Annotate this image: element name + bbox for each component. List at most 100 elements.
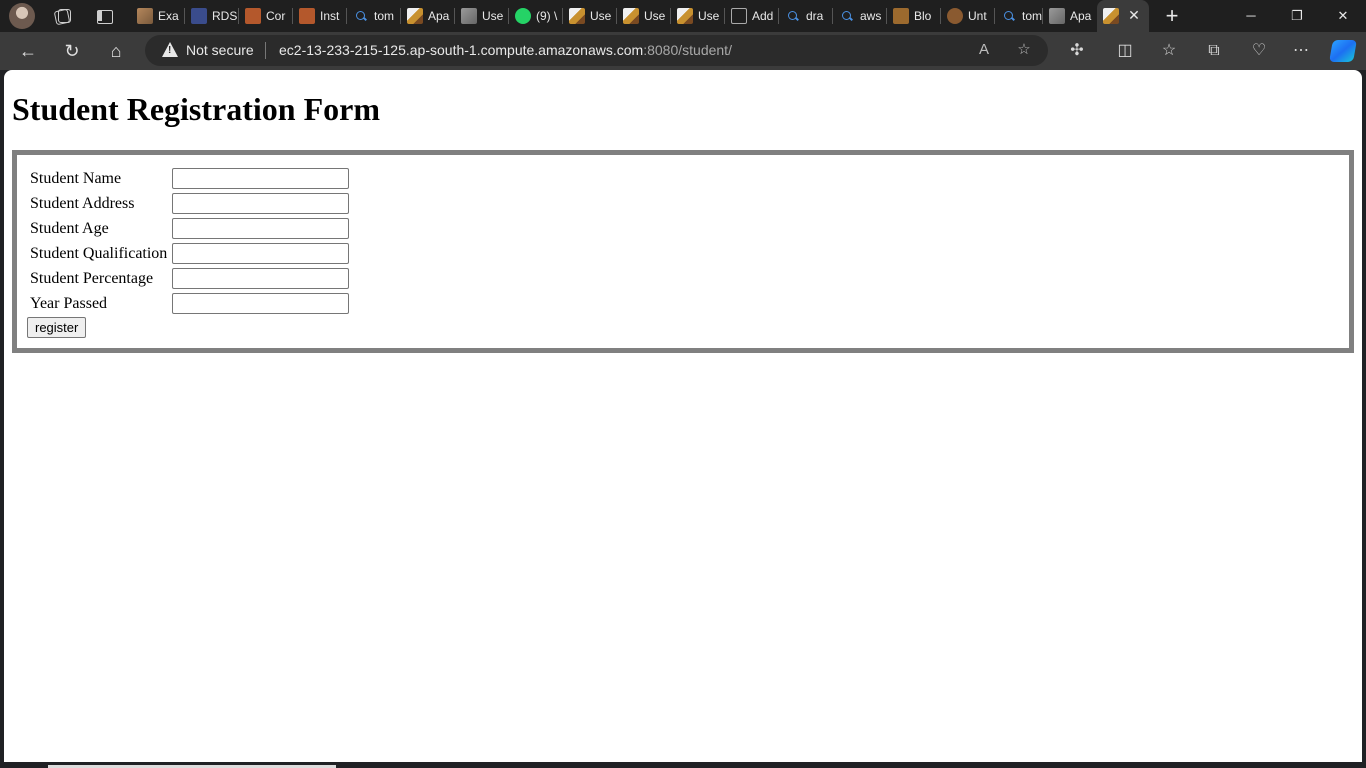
vertical-tabs-icon[interactable]: [94, 6, 114, 26]
tab-5[interactable]: Apa: [401, 0, 455, 32]
tomcat-icon: [569, 8, 585, 24]
whatsapp-icon: [515, 8, 531, 24]
tab-label: RDS: [212, 9, 238, 23]
package-icon: [137, 8, 153, 24]
student-age-field[interactable]: [172, 218, 350, 239]
security-indicator[interactable]: Not secure: [186, 42, 254, 58]
student-percentage-label: Student Percentage: [30, 269, 154, 287]
tab-label: Use: [644, 9, 666, 23]
page-title: Student Registration Form: [12, 91, 380, 127]
profile-avatar[interactable]: [9, 3, 35, 29]
tab-13[interactable]: aws: [833, 0, 887, 32]
minimize-icon[interactable]: ─: [1228, 0, 1274, 32]
favorites-icon[interactable]: ☆: [1158, 40, 1180, 62]
restore-icon[interactable]: ❐: [1274, 0, 1320, 32]
tab-2[interactable]: Cor: [239, 0, 293, 32]
tomcat-icon: [623, 8, 639, 24]
read-aloud-icon[interactable]: A: [974, 40, 994, 60]
register-button[interactable]: register: [27, 317, 87, 338]
student-percentage-field[interactable]: [172, 268, 350, 289]
student-address-field[interactable]: [172, 193, 350, 214]
tab-4[interactable]: tom: [347, 0, 401, 32]
browser-toolbar: ← ↻ ⌂ Not secure ec2-13-233-215-125.ap-s…: [0, 32, 1366, 70]
ubuntu-icon: [947, 8, 963, 24]
url-path: :8080/student/: [643, 42, 732, 58]
back-icon[interactable]: ←: [16, 40, 40, 62]
tab-active[interactable]: ✕: [1097, 0, 1149, 32]
search-icon: [353, 8, 369, 24]
tab-label: Add: [752, 9, 774, 23]
tab-16[interactable]: tom: [995, 0, 1043, 32]
extensions-icon[interactable]: ✣: [1066, 40, 1088, 62]
student-name-field[interactable]: [172, 168, 350, 189]
tab-label: Unt: [968, 9, 987, 23]
blog-icon: [893, 8, 909, 24]
year-passed-field[interactable]: [172, 293, 350, 314]
close-tab-icon[interactable]: ✕: [1127, 8, 1141, 22]
student-qualification-field[interactable]: [172, 243, 350, 264]
tab-label: Apa: [428, 9, 450, 23]
tab-3[interactable]: Inst: [293, 0, 347, 32]
form-row: Student Address: [29, 192, 350, 215]
student-age-label: Student Age: [30, 219, 109, 237]
tab-9[interactable]: Use: [617, 0, 671, 32]
tab-label: tom: [1022, 9, 1043, 23]
tab-label: Exa: [158, 9, 179, 23]
registration-form: Student Name Student Address Student Age…: [12, 150, 1354, 353]
aws-service-icon: [299, 8, 315, 24]
tab-label: Use: [590, 9, 612, 23]
cube-icon: [731, 8, 747, 24]
tab-17[interactable]: Apa: [1043, 0, 1097, 32]
form-row: Student Age: [29, 217, 350, 240]
url-host: ec2-13-233-215-125.ap-south-1.compute.am…: [279, 42, 644, 58]
browser-essentials-icon[interactable]: ♡: [1248, 40, 1270, 62]
new-tab-icon[interactable]: +: [1162, 5, 1182, 27]
tab-7[interactable]: (9) \: [509, 0, 563, 32]
year-passed-label: Year Passed: [30, 294, 108, 312]
tab-label: Cor: [266, 9, 286, 23]
collections-icon[interactable]: ⧉: [1203, 40, 1225, 62]
tab-11[interactable]: Add: [725, 0, 779, 32]
image-icon: [461, 8, 477, 24]
refresh-icon[interactable]: ↻: [60, 40, 84, 62]
tab-10[interactable]: Use: [671, 0, 725, 32]
student-name-label: Student Name: [30, 169, 122, 187]
tab-8[interactable]: Use: [563, 0, 617, 32]
tab-label: (9) \: [536, 9, 558, 23]
tab-0[interactable]: Exa: [131, 0, 185, 32]
close-window-icon[interactable]: ✕: [1320, 0, 1366, 32]
tab-14[interactable]: Blo: [887, 0, 941, 32]
copilot-icon[interactable]: [1329, 40, 1357, 62]
tab-1[interactable]: RDS: [185, 0, 239, 32]
address-bar[interactable]: Not secure ec2-13-233-215-125.ap-south-1…: [145, 35, 1048, 66]
tab-label: Blo: [914, 9, 932, 23]
form-table: Student Name Student Address Student Age…: [27, 165, 352, 317]
tab-label: aws: [860, 9, 882, 23]
tab-label: Use: [698, 9, 720, 23]
page-viewport: Student Registration Form Student Name S…: [4, 70, 1362, 762]
form-row: Year Passed: [29, 292, 350, 315]
aws-service-icon: [245, 8, 261, 24]
tomcat-icon: [677, 8, 693, 24]
tab-15[interactable]: Unt: [941, 0, 995, 32]
search-icon: [1001, 8, 1017, 24]
rds-icon: [191, 8, 207, 24]
home-icon[interactable]: ⌂: [104, 40, 128, 62]
workspaces-icon[interactable]: [52, 6, 72, 26]
tab-12[interactable]: dra: [779, 0, 833, 32]
split-screen-icon[interactable]: ◫: [1114, 40, 1136, 62]
taskbar-strip: [0, 762, 1366, 768]
tab-label: dra: [806, 9, 824, 23]
tab-label: Apa: [1070, 9, 1092, 23]
url-text[interactable]: ec2-13-233-215-125.ap-south-1.compute.am…: [279, 42, 732, 58]
tab-label: Use: [482, 9, 504, 23]
tab-label: tom: [374, 9, 395, 23]
tab-6[interactable]: Use: [455, 0, 509, 32]
warning-icon[interactable]: [162, 42, 178, 57]
tomcat-icon: [1103, 8, 1119, 24]
form-row: Student Name: [29, 167, 350, 190]
more-menu-icon[interactable]: ⋯: [1290, 40, 1312, 62]
favorite-star-icon[interactable]: ☆: [1014, 40, 1034, 60]
tab-label: Inst: [320, 9, 340, 23]
student-address-label: Student Address: [30, 194, 135, 212]
